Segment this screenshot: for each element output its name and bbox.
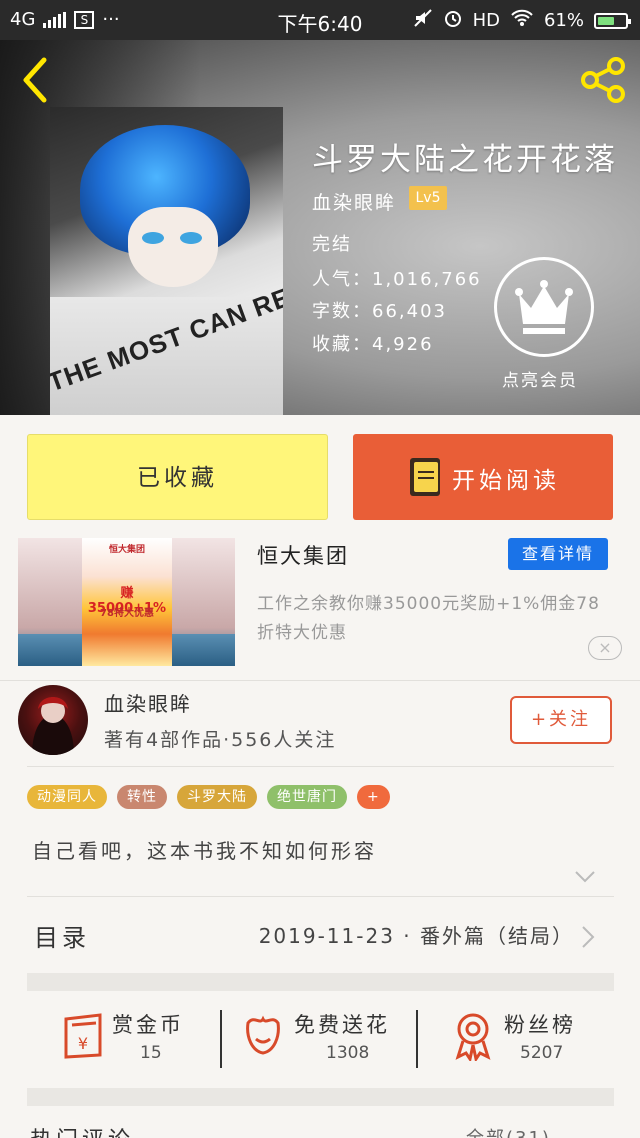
book-author[interactable]: 血染眼眸 bbox=[312, 188, 396, 215]
section-band bbox=[27, 973, 614, 991]
vip-button[interactable] bbox=[494, 257, 594, 357]
back-button[interactable] bbox=[16, 54, 56, 104]
share-button[interactable] bbox=[578, 54, 630, 106]
ad-poster-subline: 78特大优惠 bbox=[100, 608, 154, 619]
all-comments-link[interactable]: 全部(31) bbox=[466, 1124, 551, 1138]
reward-label: 赏金币 bbox=[112, 1013, 184, 1037]
hd-label: HD bbox=[472, 10, 500, 31]
add-tag-button[interactable]: + bbox=[357, 785, 390, 809]
divider bbox=[27, 896, 614, 897]
reward-label: 免费送花 bbox=[294, 1013, 390, 1037]
section-band bbox=[27, 1088, 614, 1106]
book-cover[interactable]: THE MOST CAN RELY ON bbox=[50, 107, 283, 415]
book-title: 斗罗大陆之花开花落 bbox=[312, 142, 618, 178]
book-icon bbox=[410, 458, 440, 496]
crown-icon bbox=[515, 280, 573, 334]
start-reading-label: 开始阅读 bbox=[452, 468, 560, 494]
ad-title[interactable]: 恒大集团 bbox=[257, 540, 349, 570]
book-header: THE MOST CAN RELY ON 斗罗大陆之花开花落 血染眼眸 Lv5 … bbox=[0, 40, 640, 415]
book-word-count: 字数：66,403 bbox=[312, 301, 447, 322]
status-bar: 4G S ··· 下午6:40 HD 61% bbox=[0, 0, 640, 40]
tag-list: 动漫同人 转性 斗罗大陆 绝世唐门 + bbox=[27, 785, 390, 809]
ad-close-button[interactable]: × bbox=[588, 636, 622, 660]
chevron-right-icon[interactable] bbox=[580, 925, 596, 949]
flower-icon bbox=[246, 1015, 280, 1055]
ad-image[interactable]: 恒大集团 赚35000+1% 78特大优惠 bbox=[18, 538, 235, 666]
reward-fan-ranking[interactable]: 粉丝榜 5207 bbox=[450, 1005, 600, 1075]
ad-detail-button[interactable]: 查看详情 bbox=[508, 538, 608, 570]
divider bbox=[0, 680, 640, 681]
author-name[interactable]: 血染眼眸 bbox=[104, 688, 192, 717]
tag-chip[interactable]: 动漫同人 bbox=[27, 785, 107, 809]
book-description: 自己看吧，这本书我不知如何形容 bbox=[32, 839, 377, 863]
reward-flowers[interactable]: 免费送花 1308 bbox=[240, 1005, 410, 1075]
avatar-figure bbox=[32, 697, 74, 755]
vip-label: 点亮会员 bbox=[502, 371, 578, 391]
battery-fill bbox=[598, 16, 614, 25]
start-reading-button[interactable]: 开始阅读 bbox=[353, 434, 613, 520]
tag-chip[interactable]: 绝世唐门 bbox=[267, 785, 347, 809]
mute-icon bbox=[413, 8, 433, 33]
reward-count: 5207 bbox=[520, 1043, 564, 1063]
svg-text:¥: ¥ bbox=[78, 1034, 88, 1053]
book-status: 完结 bbox=[312, 234, 352, 255]
ad-poster: 恒大集团 赚35000+1% 78特大优惠 bbox=[82, 538, 172, 666]
follow-button[interactable]: +关注 bbox=[510, 696, 612, 744]
collected-button[interactable]: 已收藏 bbox=[27, 434, 328, 520]
hot-comments-title: 热门评论 bbox=[30, 1122, 134, 1138]
coin-envelope-icon: ¥ bbox=[64, 1013, 102, 1059]
reward-label: 粉丝榜 bbox=[504, 1013, 576, 1037]
divider bbox=[27, 766, 614, 767]
reward-count: 1308 bbox=[326, 1043, 370, 1063]
wifi-icon bbox=[510, 9, 534, 32]
reward-count: 15 bbox=[140, 1043, 162, 1063]
level-badge: Lv5 bbox=[409, 186, 447, 210]
cover-face bbox=[128, 207, 218, 287]
ad-description[interactable]: 工作之余教你赚35000元奖励+1%佣金78折特大优惠 bbox=[257, 590, 617, 648]
battery-icon bbox=[594, 12, 631, 29]
tag-chip[interactable]: 转性 bbox=[117, 785, 167, 809]
cover-eye bbox=[180, 232, 202, 244]
chevron-left-icon bbox=[23, 57, 47, 103]
reward-separator bbox=[416, 1010, 418, 1068]
ribbon-badge-icon bbox=[455, 1013, 491, 1061]
ad-poster-brand: 恒大集团 bbox=[108, 545, 145, 555]
reward-coins[interactable]: ¥ 赏金币 15 bbox=[60, 1005, 210, 1075]
alarm-icon bbox=[443, 8, 463, 33]
author-avatar[interactable] bbox=[18, 685, 88, 755]
book-favorites: 收藏：4,926 bbox=[312, 334, 434, 355]
book-popularity: 人气：1,016,766 bbox=[312, 269, 482, 290]
cover-eye bbox=[142, 232, 164, 244]
reward-separator bbox=[220, 1010, 222, 1068]
chevron-down-icon[interactable] bbox=[574, 870, 596, 884]
tag-chip[interactable]: 斗罗大陆 bbox=[177, 785, 257, 809]
catalog-label[interactable]: 目录 bbox=[34, 918, 90, 953]
catalog-latest-chapter[interactable]: 2019-11-23 · 番外篇（结局） bbox=[259, 920, 574, 949]
author-stats: 著有4部作品·556人关注 bbox=[104, 729, 337, 751]
share-icon bbox=[581, 57, 625, 103]
battery-percent: 61% bbox=[543, 10, 584, 31]
